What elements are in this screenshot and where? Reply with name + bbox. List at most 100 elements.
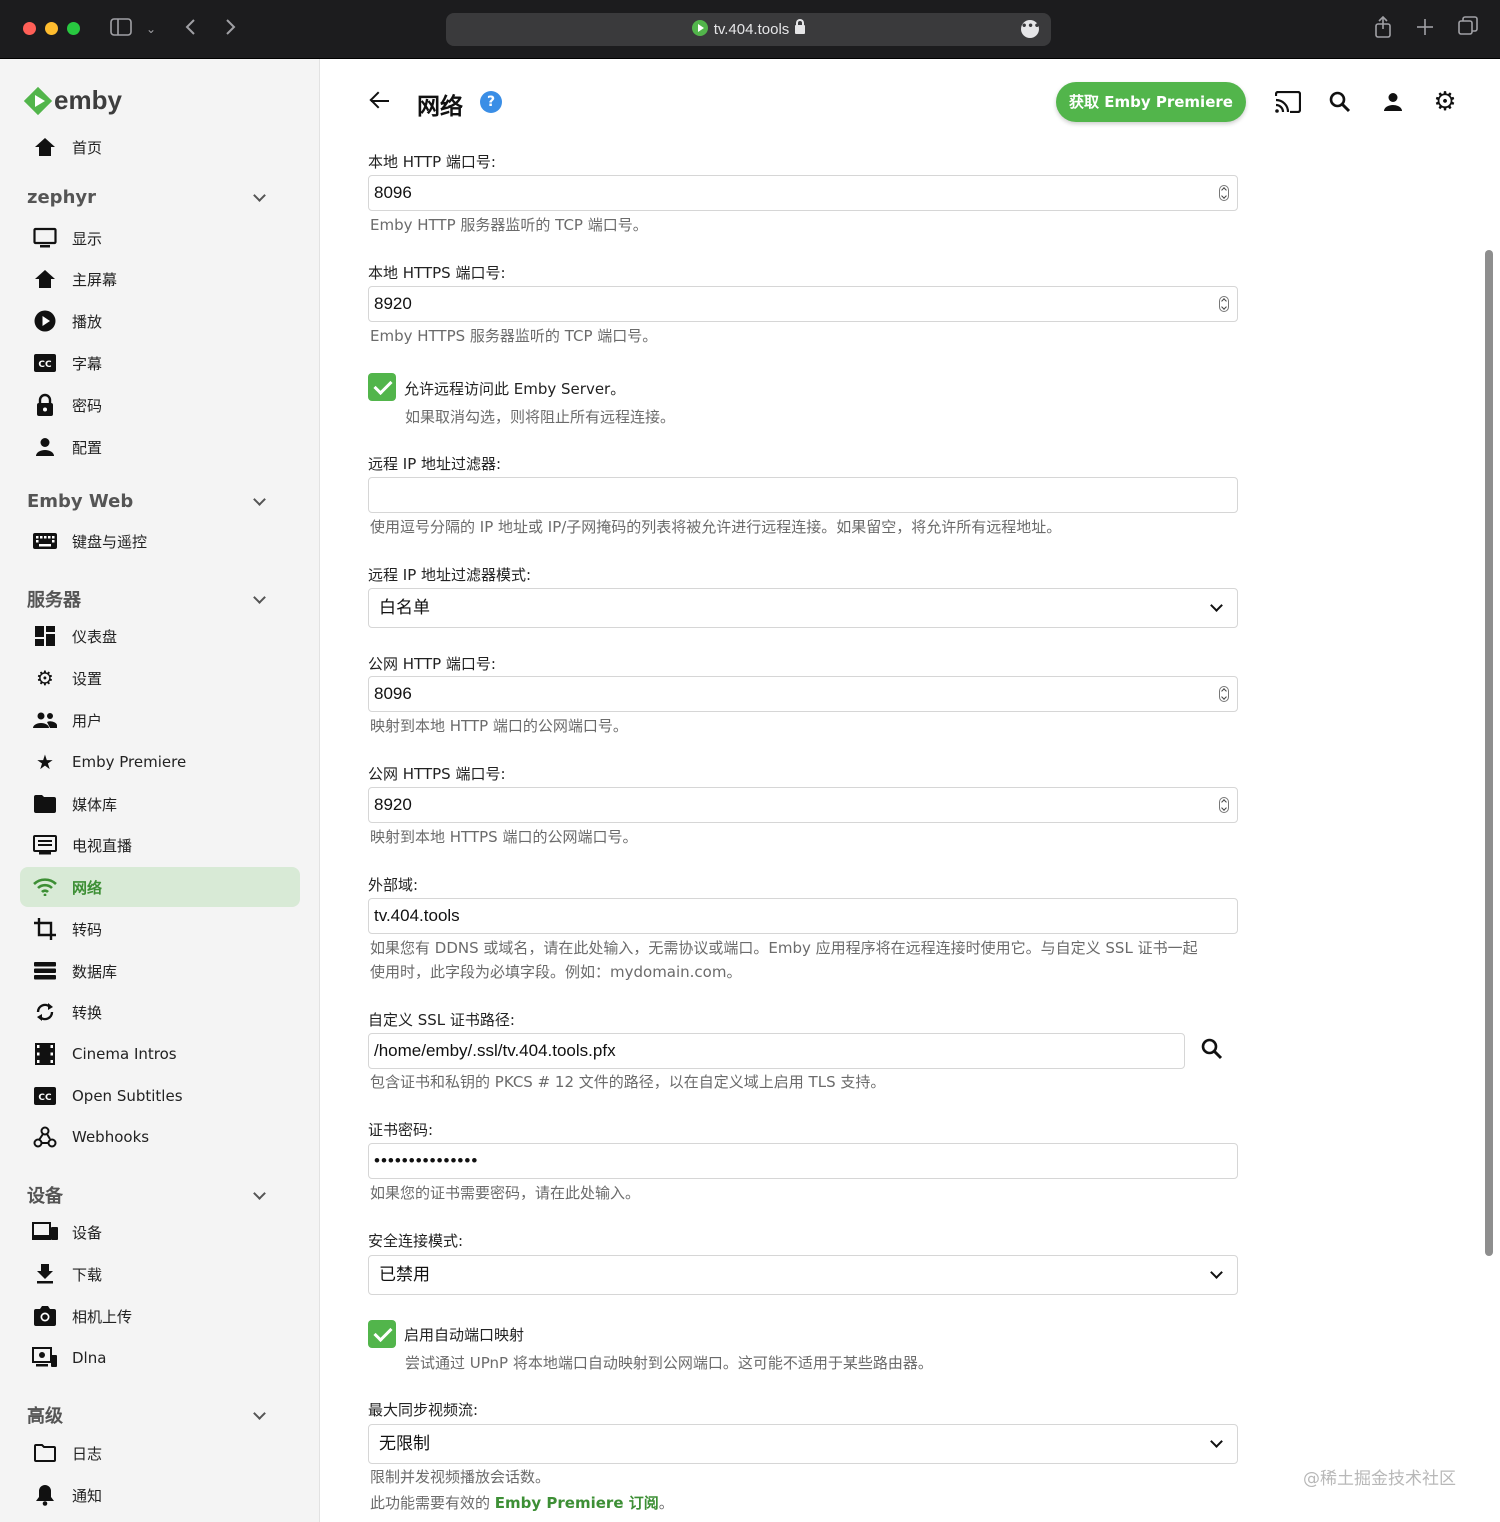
minimize-window-button[interactable] <box>45 22 58 35</box>
allow-remote-checkbox[interactable] <box>368 373 396 401</box>
sidebar-item-home[interactable]: 首页 <box>20 127 300 167</box>
stepper-icon[interactable] <box>1219 185 1229 201</box>
sidebar-item-live-tv[interactable]: 电视直播 <box>20 825 300 865</box>
sidebar-item-open-subtitles[interactable]: CC Open Subtitles <box>20 1076 300 1116</box>
sidebar-item-library[interactable]: 媒体库 <box>20 784 300 824</box>
new-tab-icon[interactable] <box>1416 16 1434 42</box>
help-icon[interactable]: ? <box>480 91 502 113</box>
remote-ip-filter-mode-select[interactable]: 白名单 <box>368 588 1238 628</box>
sidebar-item-database[interactable]: 数据库 <box>20 951 300 991</box>
local-https-port-input[interactable]: 8920 <box>368 286 1238 322</box>
sidebar-item-display[interactable]: 显示 <box>20 218 300 258</box>
sidebar-item-label: 日志 <box>72 1444 103 1463</box>
back-arrow-icon[interactable] <box>368 88 392 114</box>
sidebar-item-dlna[interactable]: Dlna <box>20 1338 300 1378</box>
section-title: 设备 <box>27 1186 63 1207</box>
external-domain-help-line2: 使用时，此字段为必填字段。例如：mydomain.com。 <box>370 963 742 981</box>
sidebar-item-label: 仪表盘 <box>72 627 118 646</box>
sidebar-item-label: 配置 <box>72 438 103 457</box>
cert-password-input[interactable]: ••••••••••••••• <box>368 1143 1238 1179</box>
sidebar-item-label: 通知 <box>72 1486 103 1505</box>
sidebar-item-downloads[interactable]: 下载 <box>20 1254 300 1294</box>
browse-search-icon[interactable] <box>1198 1035 1226 1063</box>
chevron-down-icon <box>253 1186 266 1200</box>
get-premiere-button[interactable]: 获取 Emby Premiere <box>1056 82 1246 122</box>
gear-icon: ⚙ <box>36 666 54 690</box>
sidebar-item-label: 设备 <box>72 1223 103 1242</box>
sidebar-item-transcoding[interactable]: 转码 <box>20 909 300 949</box>
public-http-port-help: 映射到本地 HTTP 端口的公网端口号。 <box>370 717 628 735</box>
sidebar-item-cinema-intros[interactable]: Cinema Intros <box>20 1034 300 1074</box>
local-http-port-help: Emby HTTP 服务器监听的 TCP 端口号。 <box>370 216 648 234</box>
chevron-down-icon[interactable]: ⌄ <box>146 16 156 42</box>
stepper-icon[interactable] <box>1219 686 1229 702</box>
sidebar-item-playback[interactable]: 播放 <box>20 301 300 341</box>
more-options-icon[interactable]: ••• <box>1021 20 1040 38</box>
sidebar-item-label: 密码 <box>72 396 103 415</box>
max-streams-label: 最大同步视频流: <box>368 1401 479 1419</box>
upnp-checkbox[interactable] <box>368 1320 396 1348</box>
section-zephyr[interactable]: zephyr <box>27 187 272 208</box>
remote-ip-filter-input[interactable] <box>368 477 1238 513</box>
sidebar-item-devices[interactable]: 设备 <box>20 1212 300 1252</box>
forward-nav-icon[interactable] <box>225 16 237 42</box>
tv-guide-icon <box>32 832 58 858</box>
emby-logo[interactable]: emby <box>24 85 122 116</box>
sidebar-item-conversions[interactable]: 转换 <box>20 992 300 1032</box>
address-bar[interactable]: tv.404.tools ••• <box>446 13 1051 46</box>
premiere-note: 此功能需要有效的 Emby Premiere 订阅。 <box>370 1494 674 1512</box>
sidebar: emby 首页 zephyr 显示 主屏幕 播放 CC 字幕 密码 配置 Emb… <box>0 59 320 1522</box>
home-icon <box>32 134 58 160</box>
zoom-window-button[interactable] <box>67 22 80 35</box>
tab-overview-icon[interactable] <box>1458 16 1478 42</box>
section-advanced[interactable]: 高级 <box>27 1402 272 1428</box>
user-icon[interactable] <box>1379 88 1407 116</box>
close-window-button[interactable] <box>23 22 36 35</box>
premiere-subscription-link[interactable]: Emby Premiere 订阅 <box>495 1494 659 1512</box>
external-domain-label: 外部域: <box>368 876 419 894</box>
sidebar-item-users[interactable]: 用户 <box>20 700 300 740</box>
sidebar-item-keyboard[interactable]: 键盘与遥控 <box>20 521 300 561</box>
secure-mode-select[interactable]: 已禁用 <box>368 1255 1238 1295</box>
ssl-cert-path-label: 自定义 SSL 证书路径: <box>368 1011 515 1029</box>
sidebar-item-dashboard[interactable]: 仪表盘 <box>20 616 300 656</box>
max-streams-select[interactable]: 无限制 <box>368 1424 1238 1464</box>
sidebar-item-label: 转换 <box>72 1003 103 1022</box>
section-devices[interactable]: 设备 <box>27 1182 272 1208</box>
share-icon[interactable] <box>1374 15 1392 44</box>
public-http-port-input[interactable]: 8096 <box>368 676 1238 712</box>
stepper-icon[interactable] <box>1219 797 1229 813</box>
monitor-icon <box>32 225 58 251</box>
sidebar-toggle-icon[interactable] <box>110 16 132 42</box>
sidebar-item-camera-upload[interactable]: 相机上传 <box>20 1296 300 1336</box>
sidebar-item-profile[interactable]: 配置 <box>20 427 300 467</box>
sidebar-item-label: Cinema Intros <box>72 1045 177 1063</box>
sidebar-item-emby-premiere[interactable]: ★ Emby Premiere <box>20 742 300 782</box>
page-scrollbar[interactable] <box>1485 250 1493 1256</box>
settings-gear-icon[interactable]: ⚙ <box>1431 87 1459 117</box>
sidebar-item-network[interactable]: 网络 <box>20 867 300 907</box>
section-title: Emby Web <box>27 491 134 512</box>
sidebar-item-home-screen[interactable]: 主屏幕 <box>20 259 300 299</box>
person-icon <box>32 434 58 460</box>
search-icon[interactable] <box>1326 88 1354 116</box>
local-https-port-label: 本地 HTTPS 端口号: <box>368 264 506 282</box>
sidebar-item-password[interactable]: 密码 <box>20 385 300 425</box>
public-http-port-label: 公网 HTTP 端口号: <box>368 655 496 673</box>
ssl-cert-path-input[interactable]: /home/emby/.ssl/tv.404.tools.pfx <box>368 1033 1185 1069</box>
sidebar-item-settings[interactable]: ⚙ 设置 <box>20 658 300 698</box>
sidebar-item-subtitles[interactable]: CC 字幕 <box>20 343 300 383</box>
sidebar-item-logs[interactable]: 日志 <box>20 1433 300 1473</box>
external-domain-input[interactable]: tv.404.tools <box>368 898 1238 934</box>
local-http-port-input[interactable]: 8096 <box>368 175 1238 211</box>
section-server[interactable]: 服务器 <box>27 586 272 612</box>
sidebar-item-notifications[interactable]: 通知 <box>20 1475 300 1515</box>
section-emby-web[interactable]: Emby Web <box>27 491 272 512</box>
public-https-port-input[interactable]: 8920 <box>368 787 1238 823</box>
cast-icon[interactable] <box>1274 88 1302 116</box>
back-nav-icon[interactable] <box>184 16 196 42</box>
sidebar-item-label: 下载 <box>72 1265 103 1284</box>
stepper-icon[interactable] <box>1219 296 1229 312</box>
sidebar-item-label: Dlna <box>72 1349 107 1367</box>
sidebar-item-webhooks[interactable]: Webhooks <box>20 1117 300 1157</box>
